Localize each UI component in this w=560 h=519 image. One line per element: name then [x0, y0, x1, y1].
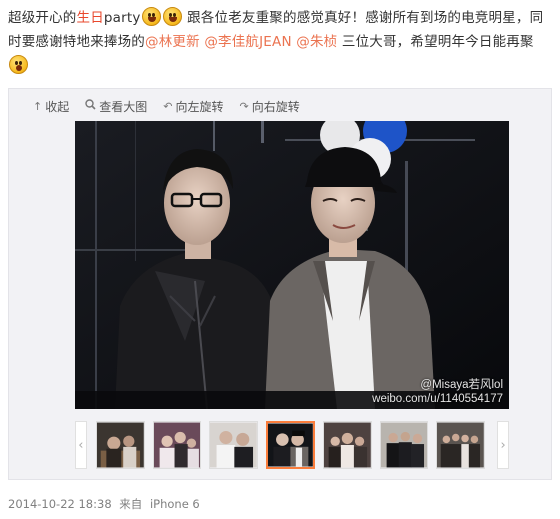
rotate-right-icon: ↷	[239, 99, 249, 113]
post-timestamp[interactable]: 2014-10-22 18:38	[8, 497, 112, 511]
main-photo[interactable]: @Misaya若风lol weibo.com/u/1140554177	[75, 121, 509, 409]
chevron-right-icon: ›	[500, 437, 506, 453]
rotate-left-icon: ↶	[163, 99, 173, 113]
next-thumbnails-button[interactable]: ›	[497, 421, 510, 469]
mention-link[interactable]: @林更新	[145, 34, 200, 50]
thumbnail[interactable]	[209, 421, 259, 469]
view-large-button[interactable]: 查看大图	[85, 97, 147, 115]
prev-thumbnails-button[interactable]: ‹	[75, 421, 87, 469]
post-text-part: 超级开心的	[8, 10, 77, 26]
post-meta: 2014-10-22 18:38 来自 iPhone 6	[8, 496, 204, 512]
thumbnail[interactable]	[322, 421, 372, 469]
chevron-left-icon: ‹	[78, 437, 84, 453]
mention-link[interactable]: @朱桢	[296, 34, 337, 50]
laugh-emoji-icon	[162, 7, 182, 26]
post-source[interactable]: iPhone 6	[150, 497, 200, 511]
thumbnail-strip: ‹ ›	[75, 419, 510, 471]
image-toolbar: ↑ 收起 查看大图 ↶ 向左旋转 ↷ 向右旋转	[33, 97, 300, 115]
thumbnail[interactable]	[436, 421, 486, 469]
thumbnail-active[interactable]	[266, 421, 315, 469]
watermark-user: @Misaya若风lol	[420, 379, 503, 391]
view-large-label: 查看大图	[99, 99, 148, 114]
media-box: ↑ 收起 查看大图 ↶ 向左旋转 ↷ 向右旋转 @Misaya若风lol wei…	[8, 88, 552, 480]
photo-illustration	[75, 121, 509, 409]
mention-link[interactable]: @李佳航JEAN	[204, 34, 291, 50]
rotate-left-label: 向左旋转	[175, 99, 224, 114]
laugh-emoji-icon	[141, 7, 161, 26]
source-prefix: 来自	[119, 497, 143, 511]
arrow-up-icon: ↑	[33, 99, 43, 113]
watermark-url: weibo.com/u/1140554177	[372, 393, 503, 405]
thumbnail[interactable]	[95, 421, 145, 469]
thumbnail[interactable]	[152, 421, 202, 469]
photo-watermark: @Misaya若风lol weibo.com/u/1140554177	[372, 378, 503, 406]
zoom-icon	[85, 99, 96, 113]
post-text-part: party	[103, 10, 141, 26]
thumbnail[interactable]	[379, 421, 429, 469]
rotate-right-button[interactable]: ↷ 向右旋转	[239, 97, 299, 115]
rotate-left-button[interactable]: ↶ 向左旋转	[163, 97, 223, 115]
post-text: 超级开心的生日party 跟各位老友重聚的感觉真好！感谢所有到场的电竞明星，同时…	[8, 6, 556, 78]
collapse-label: 收起	[45, 99, 70, 114]
rotate-right-label: 向右旋转	[251, 99, 300, 114]
topic-link[interactable]: 生日	[77, 10, 104, 26]
post-text-part: 三位大哥，希望明年今日能再聚	[337, 34, 534, 50]
surprise-emoji-icon	[9, 55, 28, 74]
collapse-button[interactable]: ↑ 收起	[33, 97, 69, 115]
